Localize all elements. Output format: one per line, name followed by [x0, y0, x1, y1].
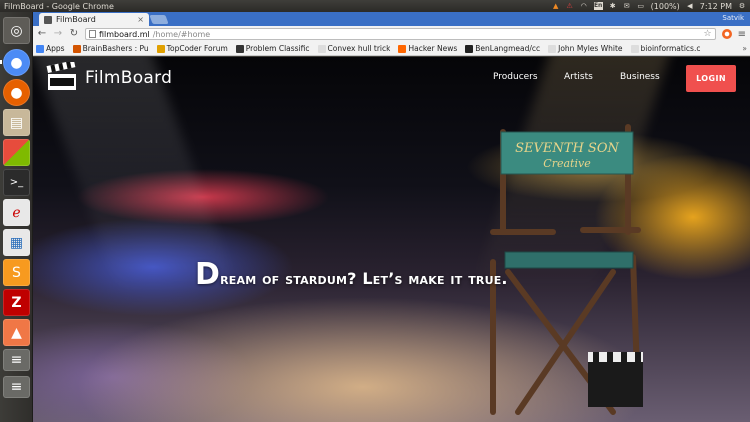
bluetooth-icon[interactable]: ✱ — [609, 2, 617, 10]
brand-name[interactable]: FilmBoard — [85, 68, 172, 88]
keyboard-layout-indicator[interactable]: En — [593, 2, 603, 10]
chair-sign-line2: Creative — [543, 157, 591, 170]
address-bar[interactable]: filmboard.ml/home/#home ☆ — [85, 28, 716, 40]
bookmark-favicon-icon — [465, 44, 474, 53]
mail-icon[interactable]: ✉ — [623, 2, 631, 10]
updater-icon[interactable]: ▲ — [3, 319, 30, 346]
back-icon[interactable]: ← — [37, 29, 47, 39]
bookmark-item[interactable]: bioinformatics.c — [630, 44, 701, 53]
favicon-icon — [44, 15, 52, 24]
nav-link-producers[interactable]: Producers — [493, 72, 538, 82]
bookmark-item[interactable]: Convex hull trick — [317, 44, 391, 53]
page-icon — [89, 30, 96, 38]
tab-title: FilmBoard — [56, 15, 96, 24]
nav-link-artists[interactable]: Artists — [564, 72, 593, 82]
bookmark-label: Convex hull trick — [327, 44, 391, 53]
menu-icon[interactable]: ≡ — [738, 29, 746, 40]
site-navbar: FilmBoard Producers Artists Business LOG… — [33, 57, 750, 99]
sublime-text-icon[interactable]: S — [3, 259, 30, 286]
firefox-icon[interactable]: ● — [3, 79, 30, 106]
bookmark-label: BenLangmead/cc — [475, 44, 541, 53]
stacked-icon[interactable]: ≡ — [3, 376, 30, 398]
ubuntu-dash-icon[interactable]: ◎ — [3, 17, 30, 44]
bookmark-item[interactable]: Hacker News — [398, 44, 457, 53]
bookmark-favicon-icon — [156, 44, 165, 53]
volume-icon[interactable]: ◀ — [686, 2, 694, 10]
bookmark-item[interactable]: Apps — [36, 44, 65, 53]
forward-icon[interactable]: → — [53, 29, 63, 39]
bookmark-favicon-icon — [398, 44, 407, 53]
stacked-icon[interactable]: ≡ — [3, 349, 30, 371]
system-tray: ▲ ⚠ ◠ En ✱ ✉ ▭ (100%) ◀ 7:12 PM ⚙ — [552, 2, 746, 11]
chrome-icon[interactable]: ● — [0, 49, 30, 76]
bookmark-favicon-icon — [317, 44, 326, 53]
app-e-icon[interactable]: ℯ — [3, 199, 30, 226]
bookmark-star-icon[interactable]: ☆ — [704, 29, 712, 39]
profile-name[interactable]: Satvik — [722, 14, 744, 22]
os-top-panel: FilmBoard - Google Chrome ▲ ⚠ ◠ En ✱ ✉ ▭… — [0, 0, 750, 12]
browser-window: FilmBoard × Satvik ← → ↻ filmboard.ml/ho… — [33, 12, 750, 422]
wifi-icon[interactable]: ◠ — [580, 2, 588, 10]
terminal-icon[interactable]: >_ — [3, 169, 30, 196]
bookmark-favicon-icon — [235, 44, 244, 53]
login-button[interactable]: LOGIN — [686, 65, 736, 92]
url-host: filmboard.ml — [99, 29, 150, 39]
hero-headline: Dream of stardum? Let’s make it true. — [195, 257, 508, 292]
extension-icon[interactable] — [721, 29, 732, 39]
writer-icon[interactable]: ▦ — [3, 229, 30, 256]
launcher: ◎ ● ● ▤ >_ ℯ ▦ S Z ▲ ≡ ≡ — [0, 12, 33, 422]
bookmark-favicon-icon — [72, 44, 81, 53]
warning-icon[interactable]: ⚠ — [566, 2, 574, 10]
clapperboard-image — [588, 352, 643, 407]
tab-filmboard[interactable]: FilmBoard × — [39, 13, 149, 26]
reload-icon[interactable]: ↻ — [69, 29, 79, 39]
page-viewport: SEVENTH SON Creative FilmBoard Producers… — [33, 57, 750, 422]
window-title: FilmBoard - Google Chrome — [4, 1, 114, 11]
bookmark-item[interactable]: TopCoder Forum — [156, 44, 228, 53]
tab-strip: FilmBoard × Satvik — [33, 12, 750, 26]
bookmark-item[interactable]: BenLangmead/cc — [465, 44, 540, 53]
bookmark-item[interactable]: Problem Classific — [235, 44, 310, 53]
clock[interactable]: 7:12 PM — [700, 2, 732, 11]
battery-percentage: (100%) — [650, 1, 680, 11]
software-center-icon[interactable] — [3, 139, 30, 166]
settings-icon[interactable]: ⚙ — [738, 2, 746, 10]
filezilla-icon[interactable]: Z — [3, 289, 30, 316]
bookmark-label: Hacker News — [408, 44, 458, 53]
close-icon[interactable]: × — [137, 15, 144, 24]
bookmark-label: Apps — [46, 44, 65, 53]
bookmarks-overflow-button[interactable]: » — [742, 44, 747, 53]
battery-icon[interactable]: ▭ — [637, 2, 645, 10]
bookmark-item[interactable]: John Myles White — [548, 44, 623, 53]
bookmark-favicon-icon — [548, 44, 557, 53]
url-path: /home/#home — [152, 29, 211, 39]
bookmarks-bar: Apps BrainBashers : Pu TopCoder Forum Probl… — [33, 42, 750, 56]
bookmark-label: BrainBashers : Pu — [82, 44, 149, 53]
bookmark-favicon-icon — [630, 44, 639, 53]
bookmark-label: bioinformatics.c — [640, 44, 701, 53]
clapperboard-logo-icon[interactable] — [46, 62, 78, 92]
bookmark-label: TopCoder Forum — [166, 44, 228, 53]
nav-link-business[interactable]: Business — [620, 72, 660, 82]
chair-sign-line1: SEVENTH SON — [515, 141, 619, 156]
bookmark-favicon-icon — [36, 44, 44, 53]
bookmark-label: Problem Classific — [245, 44, 310, 53]
browser-toolbar: ← → ↻ filmboard.ml/home/#home ☆ ≡ — [33, 26, 750, 42]
vlc-icon[interactable]: ▲ — [552, 2, 560, 10]
bookmark-item[interactable]: BrainBashers : Pu — [72, 44, 149, 53]
bookmark-label: John Myles White — [558, 44, 623, 53]
new-tab-button[interactable] — [149, 15, 169, 24]
files-icon[interactable]: ▤ — [3, 109, 30, 136]
